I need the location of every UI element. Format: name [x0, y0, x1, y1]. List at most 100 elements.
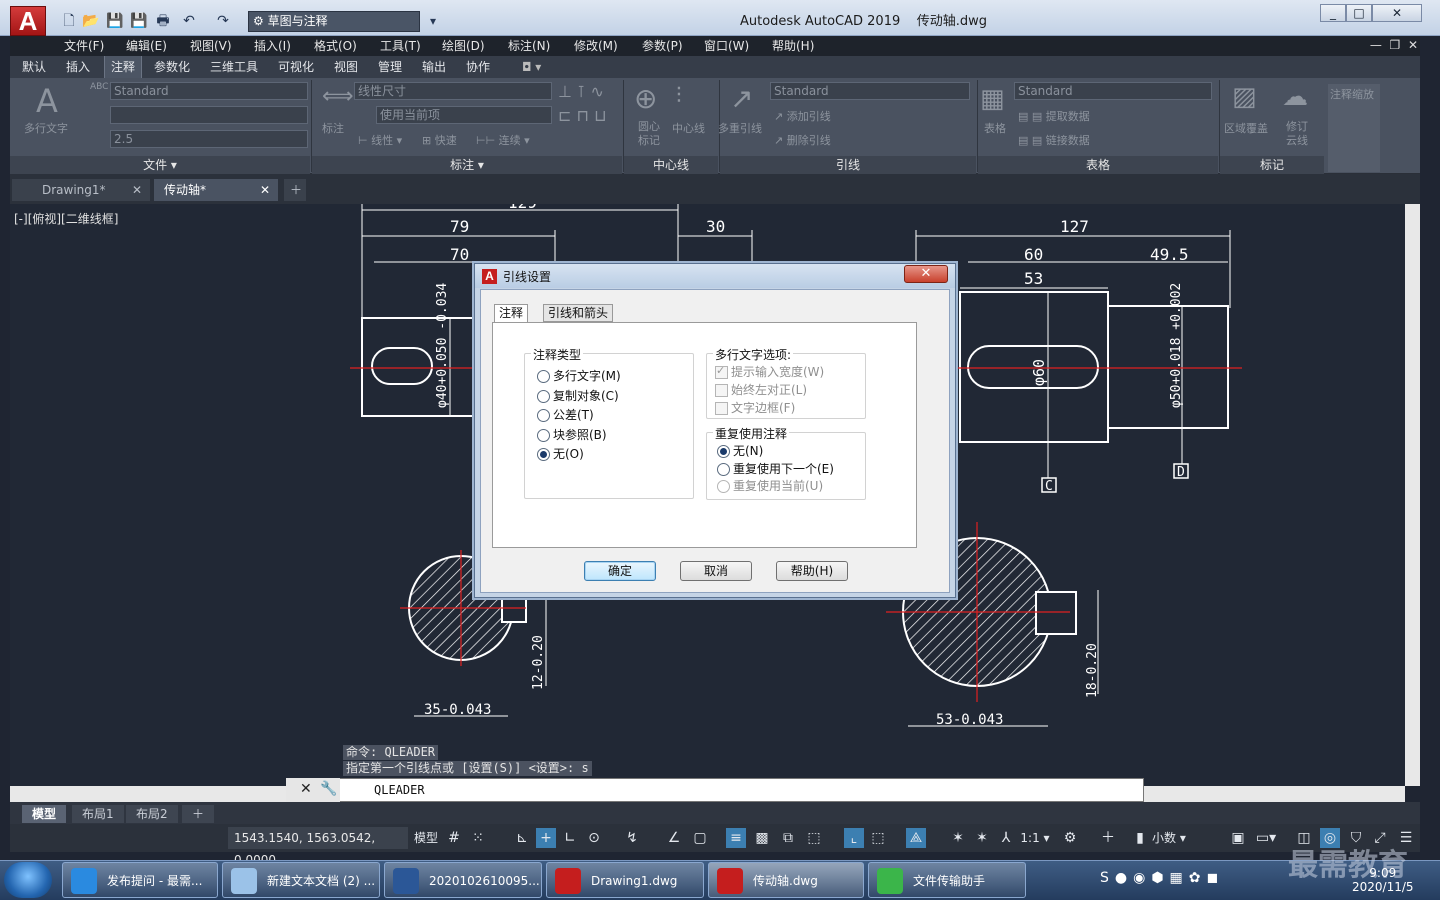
center-mark-icon[interactable]: ⊕ [634, 82, 657, 115]
dim-layer-combo[interactable]: 使用当前项 [376, 106, 552, 124]
undo-icon[interactable]: ↶ [180, 12, 198, 30]
table-style-combo[interactable]: Standard [1014, 82, 1212, 100]
multileader-icon[interactable]: ↗ [730, 82, 753, 115]
menu-format[interactable]: 格式(O) [314, 36, 357, 56]
chevron-down-icon[interactable]: ▾ [430, 11, 444, 32]
text-height-combo[interactable]: 2.5 [110, 130, 308, 148]
close-icon[interactable]: ✕ [300, 781, 312, 797]
taskbar-item-drawing1[interactable]: Drawing1.dwg [546, 862, 704, 898]
plus-icon[interactable]: ＋ [1098, 828, 1118, 848]
close-icon[interactable]: ✕ [260, 179, 270, 201]
3d-osnap-icon[interactable]: ⬚ [804, 828, 824, 848]
radio-block-ref[interactable]: 块参照(B) [537, 427, 607, 443]
transparency-icon[interactable]: ▩ [752, 828, 772, 848]
spellcheck-icon[interactable]: ABC [90, 82, 108, 92]
new-tab-button[interactable]: ＋ [284, 179, 306, 201]
table-panel-label[interactable]: 表格 [978, 156, 1218, 174]
taskbar-item-word[interactable]: 2020102610095... [384, 862, 542, 898]
snap-icon[interactable]: ⁙ [466, 828, 490, 848]
tab-annotate[interactable]: 注释 [104, 56, 143, 78]
radio-mtext[interactable]: 多行文字(M) [537, 368, 621, 384]
menu-modify[interactable]: 修改(M) [574, 36, 618, 56]
redo-icon[interactable]: ↷ [214, 12, 232, 30]
menu-edit[interactable]: 编辑(E) [126, 36, 167, 56]
radio-none[interactable]: 无(O) [537, 446, 584, 462]
tab-visualize[interactable]: 可视化 [278, 56, 314, 78]
radio-copy-object[interactable]: 复制对象(C) [537, 388, 619, 404]
doc-tab-drawing1[interactable]: Drawing1* ✕ [12, 179, 150, 201]
model-space-button[interactable]: 模型 [412, 828, 440, 848]
tab-leader-arrow[interactable]: 引线和箭头 [543, 304, 614, 322]
annotation-scale-icon[interactable]: ⅄ [996, 828, 1016, 848]
checkbox-frame-text[interactable]: 文字边框(F) [715, 400, 795, 416]
dialog-title-bar[interactable]: A 引线设置 ✕ [475, 264, 955, 288]
tab-layout2[interactable]: 布局2 [126, 805, 178, 823]
close-button[interactable]: ✕ [1372, 4, 1422, 22]
minimize-button[interactable]: _ [1320, 4, 1346, 22]
isodraft-icon[interactable]: ∠ [664, 828, 684, 848]
osnap-tracking-icon[interactable]: ▢ [690, 828, 710, 848]
object-snap-icon[interactable]: ↯ [622, 828, 642, 848]
tab-output[interactable]: 输出 [422, 56, 446, 78]
tab-annotation[interactable]: 注释 [494, 304, 529, 323]
ortho-icon[interactable]: ∟ [560, 828, 580, 848]
menu-file[interactable]: 文件(F) [64, 36, 104, 56]
new-file-icon[interactable]: 🗋 [60, 12, 78, 30]
dynamic-ucs-icon[interactable]: ⌞ [844, 828, 864, 848]
tab-collaborate[interactable]: 协作 [466, 56, 490, 78]
help-button[interactable]: 帮助(H) [776, 561, 848, 581]
tab-layout1[interactable]: 布局1 [72, 805, 124, 823]
tab-insert[interactable]: 插入 [66, 56, 90, 78]
menu-tools[interactable]: 工具(T) [380, 36, 421, 56]
radio-tolerance[interactable]: 公差(T) [537, 407, 594, 423]
annotation-visibility-icon[interactable]: ✶ [948, 828, 968, 848]
add-leader-button[interactable]: ↗ 添加引线 [774, 108, 831, 124]
radio-reuse-current[interactable]: 重复使用当前(U) [717, 478, 823, 494]
workspace-dropdown[interactable]: ⚙ 草图与注释 [248, 11, 420, 32]
tab-manage[interactable]: 管理 [378, 56, 402, 78]
leader-panel-label[interactable]: 引线 [720, 156, 976, 174]
menu-view[interactable]: 视图(V) [190, 36, 232, 56]
taskbar-item-shaft[interactable]: 传动轴.dwg [708, 862, 864, 898]
checkbox-always-left[interactable]: 始终左对正(L) [715, 382, 807, 398]
add-layout-button[interactable]: ＋ [182, 805, 215, 823]
doc-tab-shaft[interactable]: 传动轴* ✕ [154, 179, 278, 201]
extract-data-button[interactable]: ▤ ▤ 提取数据 [1018, 108, 1090, 124]
auto-scale-icon[interactable]: ✶ [972, 828, 992, 848]
menu-help[interactable]: 帮助(H) [772, 36, 814, 56]
taskbar-item-wechat[interactable]: 文件传输助手 [868, 862, 1026, 898]
menu-draw[interactable]: 绘图(D) [442, 36, 485, 56]
dynamic-input-icon[interactable]: + [536, 828, 556, 848]
wipeout-icon[interactable]: ▨ [1232, 82, 1257, 112]
menu-insert[interactable]: 插入(I) [254, 36, 291, 56]
continue-dim-button[interactable]: ⊢⊢ 连续 ▾ [476, 132, 530, 148]
annotation-scale-button[interactable]: 注释缩放 [1328, 84, 1380, 172]
quick-dim-button[interactable]: ⊞ 快速 [422, 132, 457, 148]
menu-window[interactable]: 窗口(W) [704, 36, 749, 56]
close-icon[interactable]: ✕ [132, 179, 142, 201]
quick-properties-icon[interactable]: ▣ [1228, 828, 1248, 848]
text-panel-label[interactable]: 文件 ▾ [10, 156, 310, 174]
menu-parametric[interactable]: 参数(P) [642, 36, 683, 56]
mtext-icon[interactable]: A [36, 82, 58, 120]
taskbar-item-notepad[interactable]: 新建文本文档 (2) ... [222, 862, 380, 898]
dim-tools-icon[interactable]: ⊥ ⊺ ∿ [558, 82, 604, 101]
dim-style-combo[interactable]: 线性尺寸 [354, 82, 552, 100]
tab-view[interactable]: 视图 [334, 56, 358, 78]
open-file-icon[interactable]: 📂 [82, 12, 100, 30]
infer-icon[interactable]: ⊾ [512, 828, 532, 848]
lineweight-icon[interactable]: ≡ [726, 828, 746, 848]
dimension-icon[interactable]: ⟺ [322, 84, 354, 109]
save-as-icon[interactable]: 💾 [130, 12, 148, 30]
centerline-icon[interactable]: ⫶ [676, 84, 682, 109]
command-input[interactable]: QLEADER [374, 783, 425, 797]
taskbar-item-ie[interactable]: 发布提问 - 最需... [62, 862, 218, 898]
remove-leader-button[interactable]: ↗ 删除引线 [774, 132, 831, 148]
mleader-style-combo[interactable]: Standard [770, 82, 970, 100]
print-icon[interactable]: 🖶 [154, 12, 172, 30]
menu-dimension[interactable]: 标注(N) [508, 36, 550, 56]
dim-panel-label[interactable]: 标注 ▾ [312, 156, 622, 174]
gear-icon[interactable]: ⚙ [1060, 828, 1080, 848]
maximize-button[interactable]: □ [1346, 4, 1372, 22]
windows-start-button[interactable] [4, 862, 52, 898]
